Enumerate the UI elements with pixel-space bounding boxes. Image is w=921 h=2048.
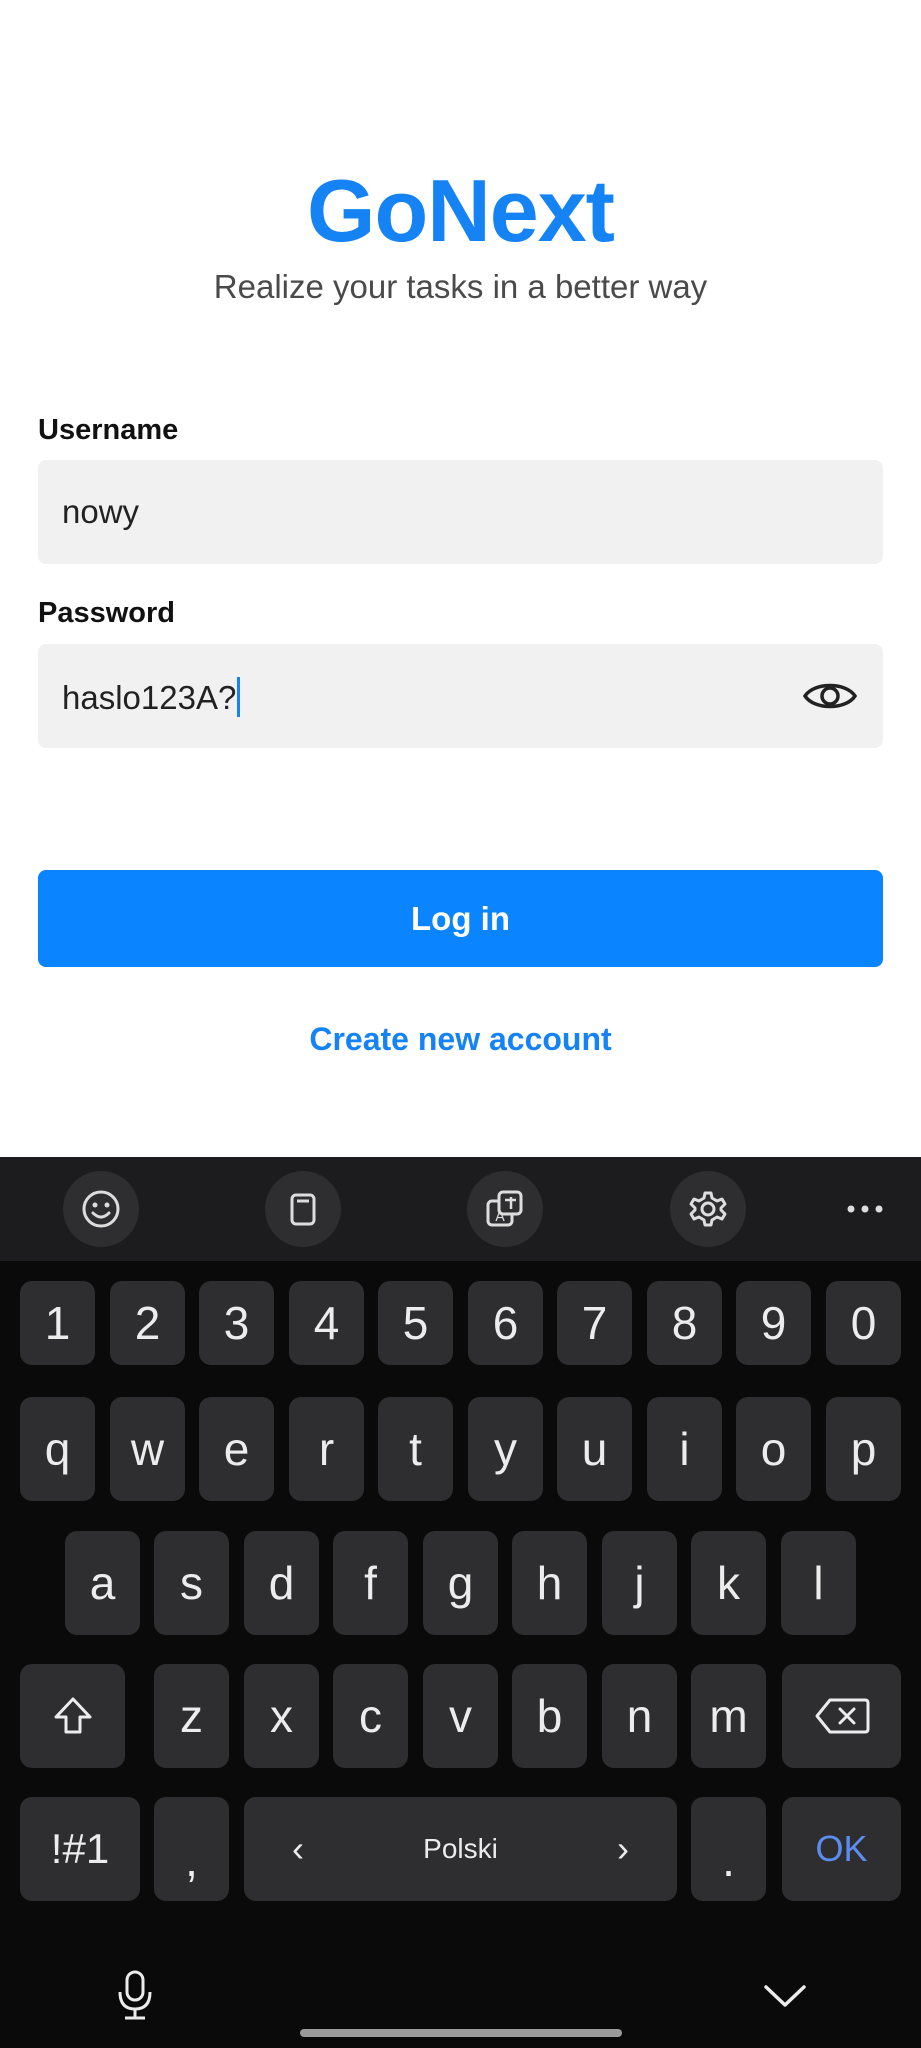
key-w[interactable]: w (110, 1397, 185, 1501)
key-n[interactable]: n (602, 1664, 677, 1768)
app-title: GoNext (307, 161, 615, 260)
key-5[interactable]: 5 (378, 1281, 453, 1365)
key-h[interactable]: h (512, 1531, 587, 1635)
shift-key[interactable] (20, 1664, 125, 1768)
key-v[interactable]: v (423, 1664, 498, 1768)
key-o[interactable]: o (736, 1397, 811, 1501)
key-k[interactable]: k (691, 1531, 766, 1635)
password-label: Password (38, 597, 175, 629)
key-p[interactable]: p (826, 1397, 901, 1501)
translate-icon[interactable]: A (467, 1171, 543, 1247)
key-0[interactable]: 0 (826, 1281, 901, 1365)
key-q[interactable]: q (20, 1397, 95, 1501)
key-u[interactable]: u (557, 1397, 632, 1501)
comma-key[interactable]: , (154, 1797, 229, 1901)
key-s[interactable]: s (154, 1531, 229, 1635)
shift-icon (54, 1697, 91, 1734)
key-i[interactable]: i (647, 1397, 722, 1501)
backspace-key[interactable] (782, 1664, 901, 1768)
key-z[interactable]: z (154, 1664, 229, 1768)
key-2[interactable]: 2 (110, 1281, 185, 1365)
key-a[interactable]: a (65, 1531, 140, 1635)
key-y[interactable]: y (468, 1397, 543, 1501)
key-r[interactable]: r (289, 1397, 364, 1501)
hide-keyboard-icon[interactable] (760, 1971, 810, 2021)
app-subtitle: Realize your tasks in a better way (213, 268, 708, 305)
key-d[interactable]: d (244, 1531, 319, 1635)
settings-icon[interactable] (670, 1171, 746, 1247)
space-key[interactable]: ‹ Polski › (244, 1797, 677, 1901)
gesture-nav-handle[interactable] (300, 2029, 622, 2037)
create-account-link[interactable]: Create new account (0, 1021, 921, 1058)
ok-key[interactable]: OK (782, 1797, 901, 1901)
key-f[interactable]: f (333, 1531, 408, 1635)
text-caret (237, 677, 241, 717)
keyboard: A 1 2 3 4 5 6 7 8 9 0 q w e r t y u i o … (0, 1157, 921, 2048)
clipboard-icon[interactable] (265, 1171, 341, 1247)
more-icon[interactable] (827, 1171, 903, 1247)
emoji-icon[interactable] (63, 1171, 139, 1247)
username-label: Username (38, 414, 179, 446)
keyboard-toolbar: A (0, 1157, 921, 1261)
key-4[interactable]: 4 (289, 1281, 364, 1365)
key-7[interactable]: 7 (557, 1281, 632, 1365)
password-value-wrap: haslo123A? (62, 677, 241, 717)
username-field[interactable]: nowy (38, 460, 883, 564)
space-left-arrow: ‹ (292, 1828, 304, 1869)
key-8[interactable]: 8 (647, 1281, 722, 1365)
key-9[interactable]: 9 (736, 1281, 811, 1365)
key-e[interactable]: e (199, 1397, 274, 1501)
key-x[interactable]: x (244, 1664, 319, 1768)
space-label: Polski (423, 1833, 498, 1864)
symbols-key[interactable]: !#1 (20, 1797, 140, 1901)
login-button[interactable]: Log in (38, 870, 883, 967)
key-b[interactable]: b (512, 1664, 587, 1768)
key-3[interactable]: 3 (199, 1281, 274, 1365)
password-field[interactable]: haslo123A? (38, 644, 883, 748)
space-right-arrow: › (617, 1828, 629, 1869)
key-l[interactable]: l (781, 1531, 856, 1635)
username-value: nowy (62, 493, 140, 530)
key-j[interactable]: j (602, 1531, 677, 1635)
key-6[interactable]: 6 (468, 1281, 543, 1365)
key-1[interactable]: 1 (20, 1281, 95, 1365)
microphone-icon[interactable] (110, 1965, 160, 2025)
key-c[interactable]: c (333, 1664, 408, 1768)
key-m[interactable]: m (691, 1664, 766, 1768)
password-value: haslo123A? (62, 679, 237, 716)
key-t[interactable]: t (378, 1397, 453, 1501)
key-g[interactable]: g (423, 1531, 498, 1635)
eye-icon[interactable] (801, 674, 859, 718)
svg-text:A: A (495, 1209, 505, 1225)
period-key[interactable]: . (691, 1797, 766, 1901)
backspace-icon (815, 1698, 869, 1734)
